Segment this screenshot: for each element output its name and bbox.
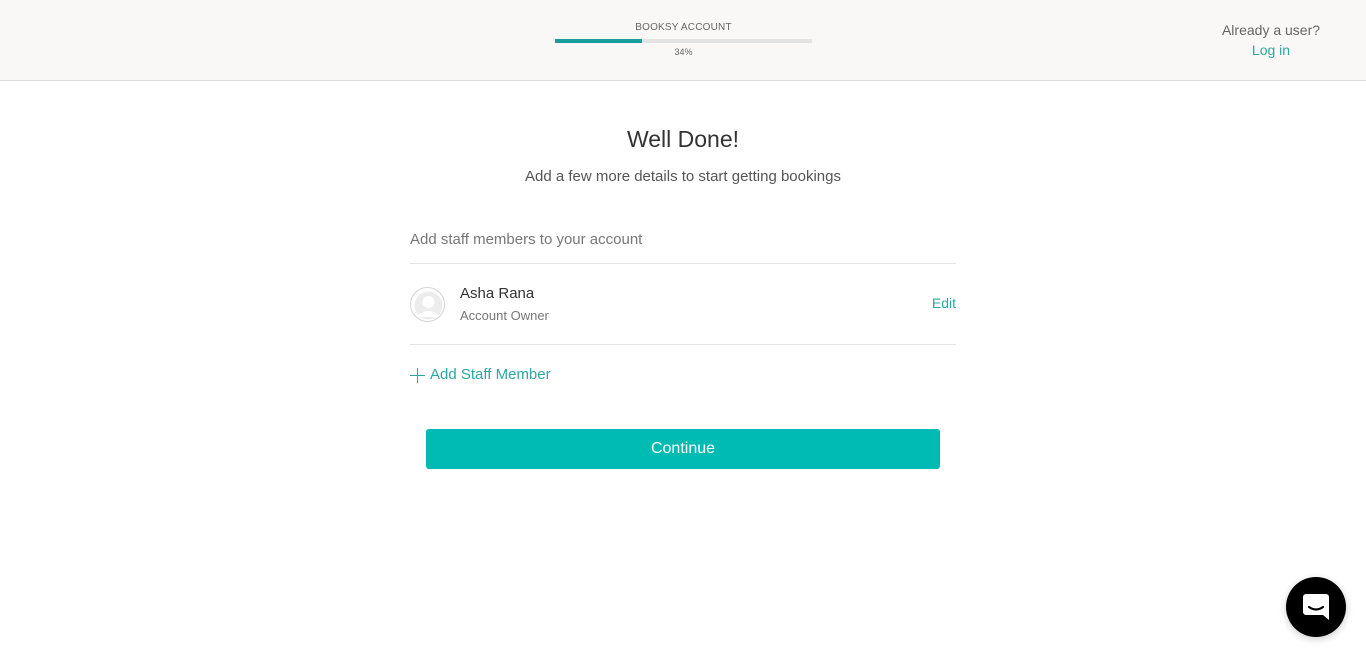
page-subtitle: Add a few more details to start getting … xyxy=(524,168,841,185)
add-staff-member-button[interactable]: Add Staff Member xyxy=(410,366,551,384)
already-user-text: Already a user? xyxy=(1221,22,1321,38)
progress-fill xyxy=(555,39,643,43)
staff-row: Asha Rana Account Owner Edit xyxy=(410,264,956,345)
staff-section-label: Add staff members to your account xyxy=(410,230,956,264)
staff-name: Asha Rana xyxy=(460,285,535,302)
continue-button[interactable]: Continue xyxy=(426,429,940,469)
page-title: Well Done! xyxy=(626,126,740,152)
staff-role: Account Owner xyxy=(460,308,549,323)
progress-track xyxy=(555,39,812,43)
edit-staff-link[interactable]: Edit xyxy=(932,295,956,312)
user-placeholder-icon xyxy=(410,287,445,322)
progress-percent: 34% xyxy=(674,47,693,57)
progress-title: BOOKSY ACCOUNT xyxy=(635,22,732,33)
chat-bubble-icon xyxy=(1303,594,1329,620)
chat-launcher-button[interactable] xyxy=(1286,577,1346,637)
plus-icon xyxy=(410,367,425,383)
staff-section: Add staff members to your account Asha R… xyxy=(410,230,956,384)
top-header: BOOKSY ACCOUNT 34% Already a user? Log i… xyxy=(0,0,1366,81)
login-prompt: Already a user? Log in xyxy=(1216,22,1326,60)
login-link[interactable]: Log in xyxy=(1252,42,1290,59)
add-staff-label: Add Staff Member xyxy=(430,366,551,383)
signup-progress: BOOKSY ACCOUNT 34% xyxy=(555,22,812,57)
